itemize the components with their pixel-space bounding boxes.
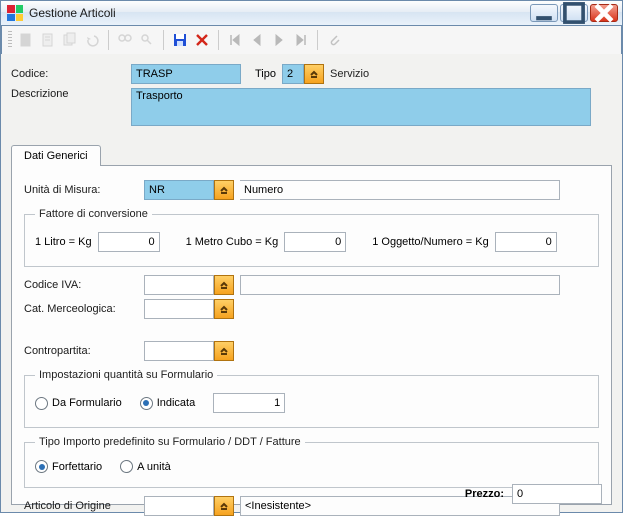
maximize-button[interactable] [560,4,588,22]
tab-dati-generici[interactable]: Dati Generici [11,145,101,166]
open-icon[interactable] [40,32,56,48]
origine-lookup-button[interactable] [214,496,234,516]
iva-field[interactable] [144,275,214,295]
codice-label: Codice: [11,68,131,80]
iva-label: Codice IVA: [24,279,144,291]
toolbar [1,26,622,54]
conversion-legend: Fattore di conversione [35,208,152,220]
contro-label: Contropartita: [24,345,144,357]
contro-lookup-button[interactable] [214,341,234,361]
find-next-icon[interactable] [139,32,155,48]
undo-icon[interactable] [84,32,100,48]
nav-prev-icon[interactable] [249,32,265,48]
qty-radio-indicata-label: Indicata [157,397,196,409]
tab-panel: Unità di Misura: Fattore di conversione … [11,165,612,505]
app-icon [7,5,23,21]
tipo-text: Servizio [324,66,375,82]
iva-lookup-button[interactable] [214,275,234,295]
tipo-importo-group: Tipo Importo predefinito su Formulario /… [24,436,599,488]
separator-icon [218,30,219,50]
prezzo-field[interactable] [512,484,602,504]
separator-icon [108,30,109,50]
descrizione-field[interactable]: Trasporto [131,88,591,126]
delete-icon[interactable] [194,32,210,48]
nav-next-icon[interactable] [271,32,287,48]
origine-field[interactable] [144,496,214,516]
tipo-importo-legend: Tipo Importo predefinito su Formulario /… [35,436,305,448]
close-button[interactable] [590,4,618,22]
qty-group: Impostazioni quantità su Formulario Da F… [24,369,599,428]
um-lookup-button[interactable] [214,180,234,200]
tipo-radio-aunita-label: A unità [137,461,171,473]
cubo-label: 1 Metro Cubo = Kg [186,236,279,248]
toolbar-gripper [8,31,12,49]
header-form: Codice: Tipo Servizio Descrizione Traspo… [1,54,622,136]
um-text [240,180,560,200]
separator-icon [317,30,318,50]
find-icon[interactable] [117,32,133,48]
tabstrip: Dati Generici [11,144,622,165]
tipo-lookup-button[interactable] [304,64,324,84]
oggetto-field[interactable] [495,232,557,252]
attachment-icon[interactable] [326,32,342,48]
minimize-button[interactable] [530,4,558,22]
qty-radio-formulario-label: Da Formulario [52,397,122,409]
save-icon[interactable] [172,32,188,48]
um-label: Unità di Misura: [24,184,144,196]
separator-icon [163,30,164,50]
merc-label: Cat. Merceologica: [24,303,144,315]
litro-field[interactable] [98,232,160,252]
tipo-label: Tipo [255,68,276,80]
tipo-radio-aunita[interactable]: A unità [120,460,171,473]
codice-field[interactable] [131,64,241,84]
descrizione-label: Descrizione [11,88,131,100]
qty-radio-formulario[interactable]: Da Formulario [35,397,122,410]
qty-value-field[interactable] [213,393,285,413]
new-icon[interactable] [18,32,34,48]
tipo-field[interactable] [282,64,304,84]
nav-last-icon[interactable] [293,32,309,48]
oggetto-label: 1 Oggetto/Numero = Kg [372,236,488,248]
qty-radio-indicata[interactable]: Indicata [140,397,196,410]
contro-field[interactable] [144,341,214,361]
prezzo-label: Prezzo: [465,488,504,500]
merc-lookup-button[interactable] [214,299,234,319]
cubo-field[interactable] [284,232,346,252]
nav-first-icon[interactable] [227,32,243,48]
copy-icon[interactable] [62,32,78,48]
iva-text [240,275,560,295]
merc-field[interactable] [144,299,214,319]
price-row: Prezzo: [465,484,602,504]
origine-label: Articolo di Origine [24,500,144,512]
window-title: Gestione Articoli [29,6,524,20]
titlebar: Gestione Articoli [0,0,623,26]
client-area: Codice: Tipo Servizio Descrizione Traspo… [0,26,623,513]
tipo-radio-forfettario[interactable]: Forfettario [35,460,102,473]
conversion-group: Fattore di conversione 1 Litro = Kg 1 Me… [24,208,599,267]
tipo-radio-forfettario-label: Forfettario [52,461,102,473]
litro-label: 1 Litro = Kg [35,236,92,248]
qty-legend: Impostazioni quantità su Formulario [35,369,217,381]
um-field[interactable] [144,180,214,200]
